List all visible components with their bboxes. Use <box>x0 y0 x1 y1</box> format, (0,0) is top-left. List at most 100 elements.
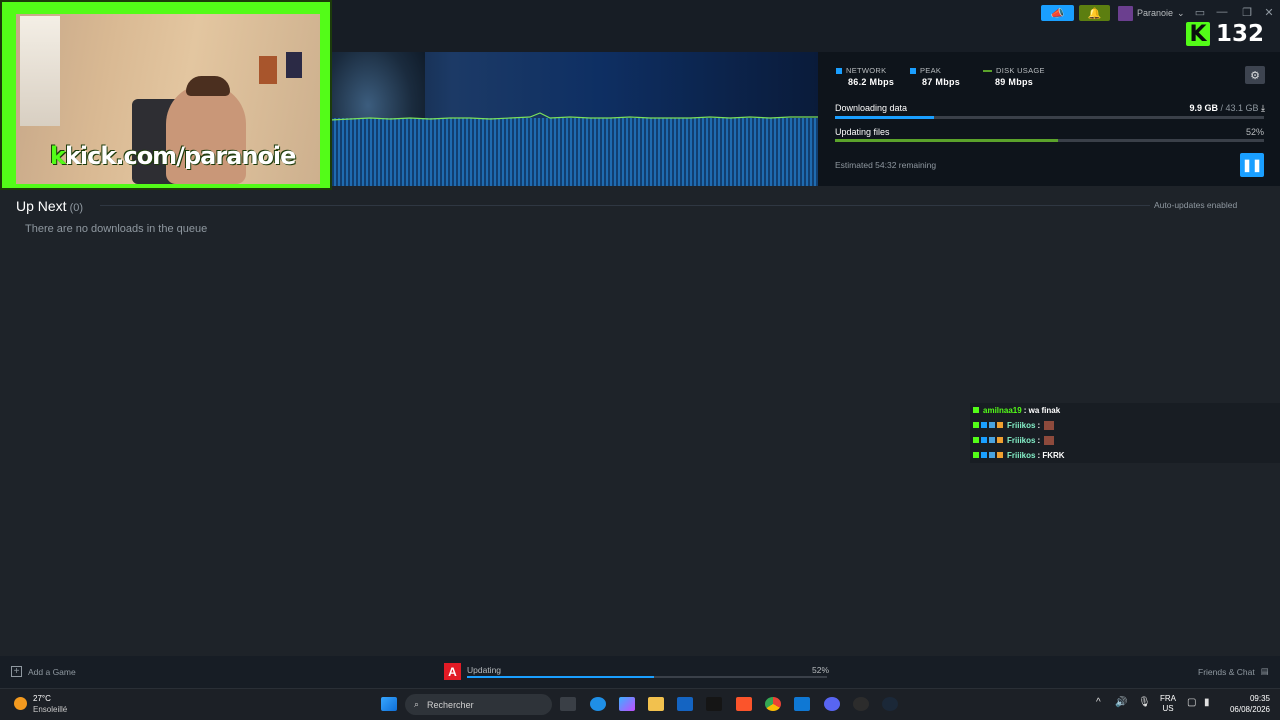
settings-button[interactable]: ⚙ <box>1245 66 1265 84</box>
chat-message: amilnaa19: wa finak <box>973 403 1060 417</box>
updating-files-progress <box>835 139 1264 142</box>
clock-time[interactable]: 09:35 <box>1218 694 1270 703</box>
gear-icon: ⚙ <box>1250 69 1260 82</box>
game-icon[interactable]: A <box>444 663 461 680</box>
network-stat: NETWORK 86.2 Mbps <box>836 66 894 87</box>
kick-logo-icon: K <box>1186 22 1210 47</box>
kick-channel-url: kkick.com/paranoie <box>50 142 296 170</box>
announcements-button[interactable]: 📣 <box>1041 5 1074 21</box>
microphone-icon[interactable]: 🎙 <box>1138 697 1151 708</box>
sub-badge-icon <box>981 422 987 428</box>
follower-count: 132 <box>1216 21 1265 47</box>
steam-icon[interactable] <box>882 697 898 711</box>
wall-poster <box>286 52 302 78</box>
bar-chart-icon <box>836 68 842 75</box>
taskbar-search[interactable]: ⌕ Rechercher <box>405 694 552 715</box>
emote-icon <box>1044 420 1055 430</box>
time-remaining: Estimated 54:32 remaining <box>835 160 937 170</box>
close-icon: ✕ <box>1264 6 1274 19</box>
user-name: Paranoie <box>1137 8 1174 18</box>
steam-status-bar <box>0 656 1280 688</box>
minimize-icon: — <box>1216 6 1228 18</box>
weather-temperature[interactable]: 27°C <box>33 694 51 703</box>
brave-icon[interactable] <box>736 697 752 711</box>
pause-icon: ❚❚ <box>1241 158 1263 172</box>
file-explorer-icon[interactable] <box>648 697 664 711</box>
peak-value: 87 Mbps <box>922 77 961 87</box>
big-picture-button[interactable]: ▭ <box>1192 4 1208 20</box>
keyboard-language[interactable]: FRA US <box>1158 694 1178 714</box>
queue-count: (0) <box>69 202 84 214</box>
megaphone-icon: 📣 <box>1050 7 1065 20</box>
bar-chart-icon <box>910 68 916 75</box>
windows-taskbar <box>0 688 1280 720</box>
downloading-progress <box>835 116 1264 119</box>
maximize-icon: ❐ <box>1242 6 1252 19</box>
sun-icon[interactable] <box>14 697 27 710</box>
crown-badge-icon <box>997 452 1003 458</box>
kick-badge-icon <box>973 407 979 413</box>
updating-status-label[interactable]: Updating <box>467 665 501 675</box>
windows-start-icon[interactable] <box>381 697 397 711</box>
bandwidth-graph <box>330 118 818 186</box>
game-banner <box>330 52 818 186</box>
line-icon <box>983 70 992 73</box>
chevron-down-icon: ⌄ <box>1177 7 1185 18</box>
empty-queue-message: There are no downloads in the queue <box>25 223 208 235</box>
kick-badge-icon <box>973 452 979 458</box>
network-icon[interactable]: ▢ <box>1187 697 1196 708</box>
crown-badge-icon <box>997 437 1003 443</box>
gift-badge-icon <box>989 437 995 443</box>
chevron-up-icon[interactable]: ^ <box>1096 697 1101 708</box>
crown-badge-icon <box>997 422 1003 428</box>
webcam-overlay: kkick.com/paranoie <box>0 0 332 190</box>
downloading-size: 9.9 GB / 43.1 GB ⤓ <box>1189 103 1265 113</box>
plus-icon: + <box>11 666 22 677</box>
kick-badge-icon <box>973 422 979 428</box>
downloading-label: Downloading data <box>835 103 908 113</box>
updating-files-label: Updating files <box>835 127 890 137</box>
speaker-icon[interactable]: 🔊 <box>1115 697 1127 708</box>
chat-icon: ▤ <box>1260 666 1269 676</box>
battery-icon[interactable]: ▮ <box>1204 697 1210 708</box>
mail-icon[interactable] <box>794 697 810 711</box>
close-button[interactable]: ✕ <box>1261 4 1277 20</box>
download-icon: ⤓ <box>1261 103 1265 113</box>
clock-date[interactable]: 06/08/2026 <box>1218 705 1270 714</box>
sub-badge-icon <box>981 452 987 458</box>
stream-chat-overlay: amilnaa19: wa finak Friiikos : Friiikos … <box>970 403 1280 463</box>
maximize-button[interactable]: ❐ <box>1239 4 1255 20</box>
disk-usage-stat: DISK USAGE 89 Mbps <box>983 66 1045 87</box>
chat-message: Friiikos : FKRK <box>973 448 1065 462</box>
updating-files-percent: 52% <box>1245 127 1264 137</box>
wall-poster <box>259 56 277 84</box>
copilot-icon[interactable] <box>619 697 635 711</box>
discord-icon[interactable] <box>824 697 840 711</box>
edge-icon[interactable] <box>590 697 606 711</box>
monitor-icon: ▭ <box>1194 6 1206 19</box>
weather-condition[interactable]: Ensoleillé <box>33 705 67 714</box>
user-menu[interactable]: Paranoie ⌄ <box>1118 4 1185 22</box>
minimize-button[interactable]: — <box>1214 4 1230 20</box>
chat-message: Friiikos : <box>973 418 1055 432</box>
section-divider <box>100 205 1150 206</box>
updating-status-percent: 52% <box>812 665 830 675</box>
auto-updates-status: Auto-updates enabled <box>1154 200 1238 210</box>
friends-chat-button[interactable]: Friends & Chat ▤ <box>1198 666 1269 677</box>
disk-usage-value: 89 Mbps <box>995 77 1034 87</box>
notifications-button[interactable]: 🔔 <box>1079 5 1110 21</box>
avatar <box>1118 5 1133 21</box>
chrome-icon[interactable] <box>765 697 781 711</box>
updating-status-progress <box>467 676 827 678</box>
room-window <box>20 16 60 126</box>
terminal-icon[interactable] <box>706 697 722 711</box>
task-view-icon[interactable] <box>560 697 576 711</box>
obs-icon[interactable] <box>853 697 869 711</box>
pause-button[interactable]: ❚❚ <box>1240 153 1264 177</box>
bandwidth-line <box>330 112 818 121</box>
add-game-button[interactable]: + Add a Game <box>11 666 76 677</box>
bell-icon: 🔔 <box>1087 7 1102 20</box>
store-icon[interactable] <box>677 697 693 711</box>
network-value: 86.2 Mbps <box>848 77 895 87</box>
gift-badge-icon <box>989 452 995 458</box>
